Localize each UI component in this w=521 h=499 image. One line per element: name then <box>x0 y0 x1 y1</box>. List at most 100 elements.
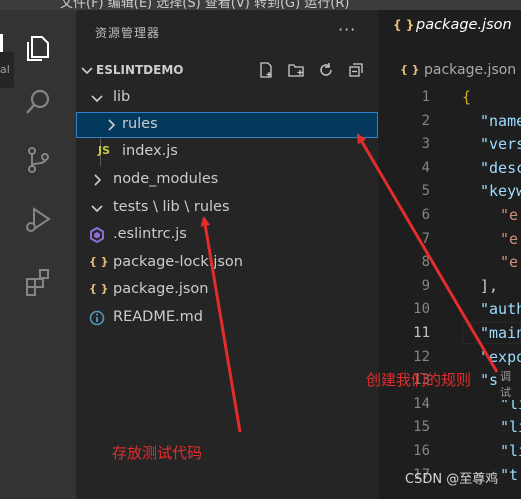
tab-package-json[interactable]: { } package.json <box>378 10 521 44</box>
chevron-right-icon <box>108 119 116 131</box>
tree-folder-lib[interactable]: lib <box>76 85 378 111</box>
debug-codelens[interactable]: 调试 <box>498 368 521 400</box>
tree-file-index-js[interactable]: JS index.js <box>76 139 378 165</box>
tree-file-package-json[interactable]: { } package.json <box>76 277 378 303</box>
code-line[interactable]: 10 "auth <box>378 298 521 322</box>
javascript-file-icon: JS <box>98 144 111 157</box>
code-text: "e <box>500 229 519 248</box>
code-line[interactable]: 15 "li <box>378 416 521 440</box>
code-line[interactable]: 11 "main <box>378 322 521 346</box>
menu-bar-text[interactable]: 文件(F) 编辑(E) 选择(S) 查看(V) 转到(G) 运行(R) <box>60 0 349 10</box>
code-line[interactable]: 3 "vers <box>378 133 521 157</box>
line-number: 7 <box>421 230 430 247</box>
line-number: 9 <box>421 277 430 294</box>
tree-item-label: package-lock.json <box>113 254 243 270</box>
json-file-icon: { } <box>89 282 109 295</box>
workspace-header[interactable]: ESLINTDEMO <box>76 60 378 82</box>
json-file-icon: { } <box>89 255 109 268</box>
new-file-icon <box>260 62 272 78</box>
collapse-all-button[interactable] <box>346 60 366 80</box>
tab-bar: { } package.json <box>378 10 521 44</box>
code-text: "auth <box>480 300 521 319</box>
tree-file-readme[interactable]: README.md <box>76 305 378 331</box>
tree-item-label: rules <box>122 116 158 132</box>
new-file-button[interactable] <box>256 60 276 80</box>
code-text: { <box>462 88 472 106</box>
code-text: "expo <box>480 347 521 366</box>
code-text: "desc <box>480 158 521 177</box>
run-debug-icon <box>26 207 51 232</box>
files-icon <box>27 36 49 61</box>
refresh-icon <box>320 63 332 76</box>
watermark: CSDN @至尊鸡 <box>405 472 499 487</box>
explorer-title: 资源管理器 <box>95 26 161 40</box>
tree-folder-node-modules[interactable]: node_modules <box>76 167 378 193</box>
line-number: 8 <box>421 254 430 271</box>
new-folder-button[interactable] <box>286 60 306 80</box>
workspace-actions <box>256 60 366 80</box>
code-text: "main <box>480 324 521 342</box>
line-number: 14 <box>413 395 430 412</box>
more-actions-button[interactable]: ··· <box>338 20 356 39</box>
collapse-all-icon <box>349 63 363 77</box>
code-line[interactable]: 7 "e <box>378 228 521 252</box>
line-number: 2 <box>421 112 430 129</box>
tree-file-eslintrc[interactable]: .eslintrc.js <box>76 222 378 248</box>
tree-item-label: index.js <box>122 143 178 159</box>
code-line[interactable]: 2 "name <box>378 110 521 134</box>
line-number: 5 <box>421 183 430 200</box>
json-file-icon: { } <box>400 63 420 76</box>
code-text: "vers <box>480 135 521 154</box>
json-file-icon: { } <box>393 18 415 32</box>
menu-bar: 文件(F) 编辑(E) 选择(S) 查看(V) 转到(G) 运行(R) <box>0 0 521 10</box>
workspace-name: ESLINTDEMO <box>96 63 184 77</box>
line-number: 12 <box>413 348 430 365</box>
line-number: 15 <box>413 419 430 436</box>
left-edge-fragment: al <box>0 52 14 88</box>
line-number: 6 <box>421 207 430 223</box>
tree-item-label: node_modules <box>113 171 219 187</box>
refresh-button[interactable] <box>316 60 336 80</box>
line-number: 11 <box>413 325 430 341</box>
tree-folder-rules[interactable]: rules <box>76 112 378 138</box>
code-line[interactable]: 16 "li <box>378 440 521 464</box>
line-number: 16 <box>413 443 430 459</box>
eslint-config-icon <box>90 227 104 243</box>
code-line[interactable]: 6 "e <box>378 204 521 228</box>
code-line[interactable]: 9], <box>378 275 521 299</box>
code-line[interactable]: 8 "e <box>378 251 521 275</box>
annotation-rules-note: 创建我们的规则 <box>366 371 472 389</box>
search-icon <box>26 89 50 114</box>
tree-file-package-lock[interactable]: { } package-lock.json <box>76 250 378 276</box>
tree-item-label: lib <box>113 89 131 105</box>
line-number: 10 <box>413 301 430 318</box>
tree-folder-tests-lib-rules[interactable]: tests \ lib \ rules <box>76 195 378 221</box>
tree-item-label: .eslintrc.js <box>113 226 187 242</box>
code-text: "li <box>500 418 521 437</box>
code-line[interactable]: 5 "keyw <box>378 180 521 204</box>
extensions-button[interactable] <box>0 254 76 310</box>
tree-item-label: tests \ lib \ rules <box>113 199 230 215</box>
code-text: ], <box>480 276 499 295</box>
code-line[interactable]: 12 "expo <box>378 346 521 370</box>
run-debug-button[interactable] <box>0 192 76 248</box>
code-text: "e <box>500 253 519 272</box>
breadcrumb[interactable]: { } package.json <box>378 60 521 82</box>
code-line[interactable]: 4 "desc <box>378 157 521 181</box>
source-control-button[interactable] <box>0 132 76 188</box>
source-control-icon <box>28 147 49 173</box>
line-number: 1 <box>421 89 430 105</box>
code-line[interactable]: 1{ <box>378 86 521 110</box>
info-icon <box>89 310 105 326</box>
line-number: 3 <box>421 136 430 153</box>
chevron-down-icon <box>91 205 103 213</box>
breadcrumb-label: package.json <box>424 62 517 78</box>
tree-item-label: README.md <box>113 309 203 325</box>
editor-area: { } package.json { } package.json 1{2 "na… <box>378 10 521 499</box>
extensions-icon <box>26 269 49 296</box>
tab-label: package.json <box>416 17 512 33</box>
code-text: "keyw <box>480 182 521 201</box>
code-text: "e <box>500 206 519 224</box>
annotation-tests-note: 存放测试代码 <box>112 444 203 462</box>
chevron-down-icon <box>81 67 93 75</box>
